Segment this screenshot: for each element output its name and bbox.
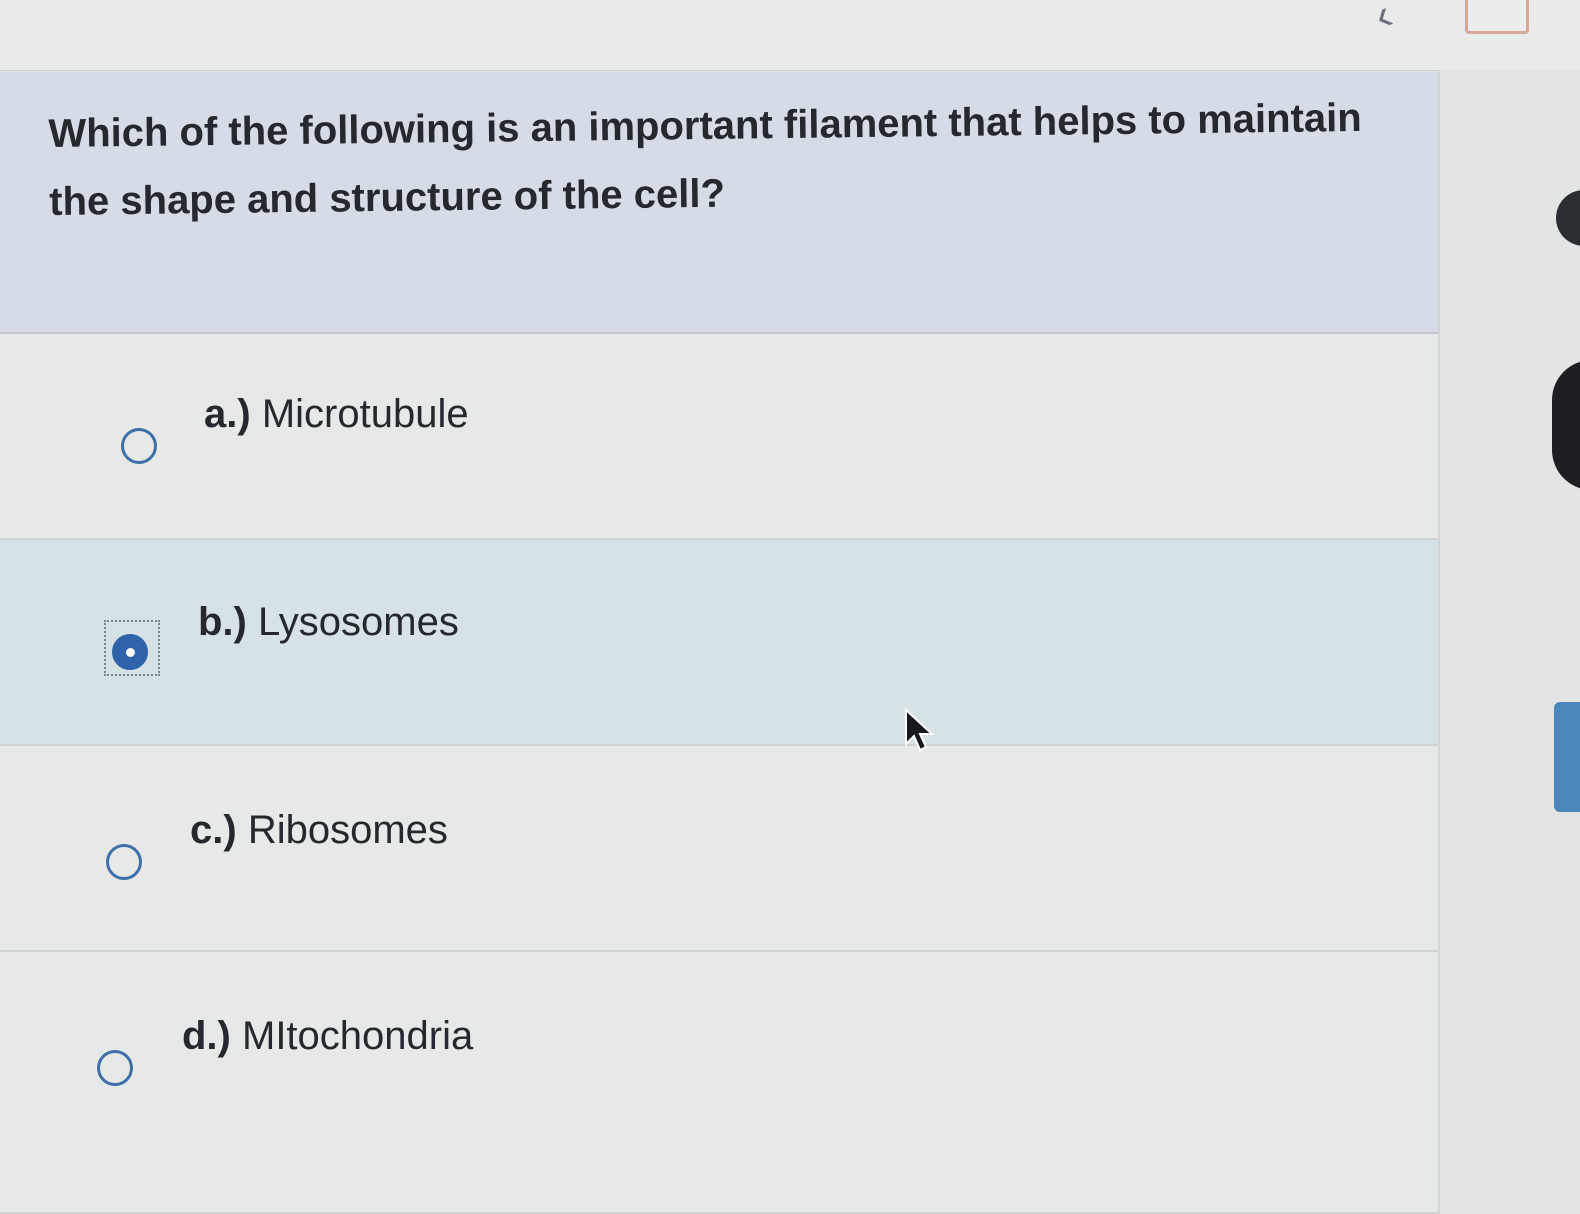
- radio-button-d[interactable]: [97, 1050, 133, 1086]
- radio-button-a[interactable]: [121, 428, 157, 464]
- radio-button-c[interactable]: [106, 844, 142, 880]
- side-tab[interactable]: [1554, 702, 1580, 812]
- answer-label-d[interactable]: d.) MItochondria: [182, 1014, 473, 1059]
- answer-letter: a.): [204, 392, 251, 436]
- question-text: Which of the following is an important f…: [48, 95, 1362, 224]
- answer-letter: b.): [198, 600, 247, 644]
- answer-text: Ribosomes: [247, 808, 448, 852]
- answer-text: MItochondria: [242, 1014, 474, 1058]
- answer-text: Microtubule: [261, 392, 469, 436]
- answer-letter: d.): [182, 1014, 231, 1058]
- toolbar-button[interactable]: [1465, 0, 1529, 34]
- focus-outline: [104, 620, 160, 676]
- answer-option-a[interactable]: a.) Microtubule: [0, 334, 1438, 540]
- answer-text: Lysosomes: [258, 600, 459, 644]
- right-gutter: [1438, 70, 1580, 1214]
- answer-label-c[interactable]: c.) Ribosomes: [190, 808, 448, 853]
- answer-letter: c.): [190, 808, 237, 852]
- answer-label-a[interactable]: a.) Microtubule: [204, 392, 469, 437]
- answer-option-d[interactable]: d.) MItochondria: [0, 952, 1438, 1214]
- answer-label-b[interactable]: b.) Lysosomes: [198, 600, 459, 645]
- arrow-cursor-icon: [905, 708, 935, 752]
- answer-option-c[interactable]: c.) Ribosomes: [0, 746, 1438, 952]
- question-panel: Which of the following is an important f…: [0, 72, 1438, 334]
- answer-list: a.) Microtubule b.) Lysosomes c.) Riboso…: [0, 334, 1438, 1214]
- answer-option-b[interactable]: b.) Lysosomes: [0, 540, 1438, 746]
- top-toolbar: [0, 0, 1580, 71]
